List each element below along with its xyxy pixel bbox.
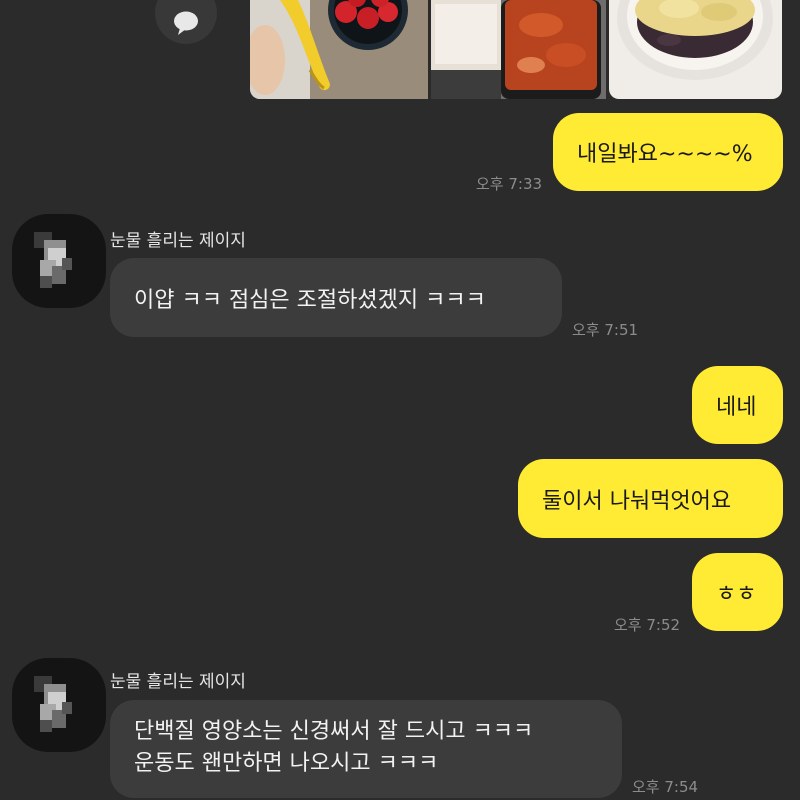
- message-timestamp: 오후 7:33: [476, 175, 543, 193]
- my-message-bubble[interactable]: 둘이서 나눠먹엇어요: [518, 459, 783, 538]
- message-timestamp: 오후 7:52: [614, 616, 681, 634]
- avatar[interactable]: [12, 658, 106, 752]
- message-text: 둘이서 나눠먹엇어요: [542, 488, 732, 514]
- speech-bubble-icon: [174, 11, 198, 35]
- my-message-bubble[interactable]: 내일봐요~~~~%: [553, 113, 783, 191]
- message-text: ㅎㅎ: [716, 582, 757, 607]
- message-timestamp: 오후 7:54: [632, 778, 699, 796]
- share-button[interactable]: [155, 0, 217, 44]
- message-text: 내일봐요~~~~%: [577, 142, 753, 167]
- message-timestamp: 오후 7:51: [572, 321, 639, 339]
- my-message-bubble[interactable]: 네네: [692, 366, 783, 444]
- message-text-line: 단백질 영양소는 신경써서 잘 드시고 ㅋㅋㅋ: [134, 719, 534, 744]
- message-text: 이얍 ㅋㅋ 점심은 조절하셨겠지 ㅋㅋㅋ: [134, 288, 486, 313]
- message-text: 네네: [716, 395, 757, 420]
- other-message-bubble[interactable]: 이얍 ㅋㅋ 점심은 조절하셨겠지 ㅋㅋㅋ: [110, 258, 562, 337]
- avatar[interactable]: [12, 214, 106, 308]
- photo-rice-tteokbokki[interactable]: [431, 0, 606, 99]
- other-message-bubble[interactable]: 단백질 영양소는 신경써서 잘 드시고 ㅋㅋㅋ 운동도 왠만하면 나오시고 ㅋㅋ…: [110, 700, 622, 798]
- sender-name: 눈물 흘리는 제이지: [110, 231, 246, 251]
- message-text-line: 운동도 왠만하면 나오시고 ㅋㅋㅋ: [134, 751, 439, 776]
- photo-banana-tomatoes[interactable]: [250, 0, 428, 99]
- photo-mandu-bowl[interactable]: [609, 0, 782, 99]
- sender-name: 눈물 흘리는 제이지: [110, 672, 246, 692]
- my-message-bubble[interactable]: ㅎㅎ: [692, 553, 783, 631]
